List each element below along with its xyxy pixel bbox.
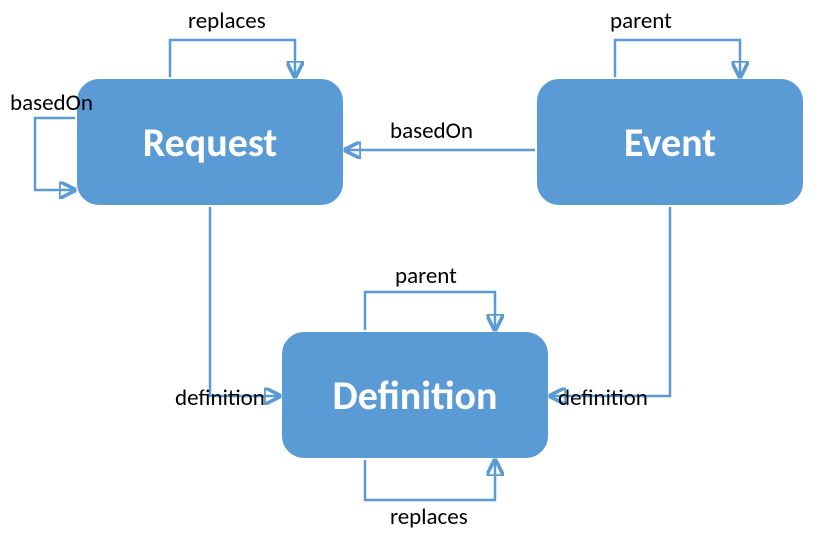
- node-request-label: Request: [143, 118, 278, 167]
- label-event-parent: parent: [610, 7, 672, 35]
- node-definition: Definition: [280, 330, 550, 460]
- label-event-definition: definition: [558, 384, 648, 412]
- node-event-label: Event: [624, 118, 716, 167]
- node-definition-label: Definition: [333, 371, 498, 420]
- label-definition-parent: parent: [395, 262, 457, 290]
- node-request: Request: [75, 77, 345, 207]
- label-request-basedon-self: basedOn: [10, 89, 93, 117]
- label-event-basedon-request: basedOn: [390, 117, 473, 145]
- edge-request-replaces: [170, 40, 295, 77]
- node-event: Event: [535, 77, 805, 207]
- edge-event-definition: [550, 207, 670, 396]
- edge-request-definition: [210, 207, 280, 396]
- label-request-definition: definition: [175, 384, 265, 412]
- edge-definition-replaces: [365, 460, 495, 500]
- edge-definition-parent: [365, 292, 495, 330]
- edge-request-basedon-self: [35, 118, 75, 190]
- label-request-replaces: replaces: [188, 7, 266, 35]
- label-definition-replaces: replaces: [390, 503, 468, 531]
- edge-event-parent: [615, 40, 740, 77]
